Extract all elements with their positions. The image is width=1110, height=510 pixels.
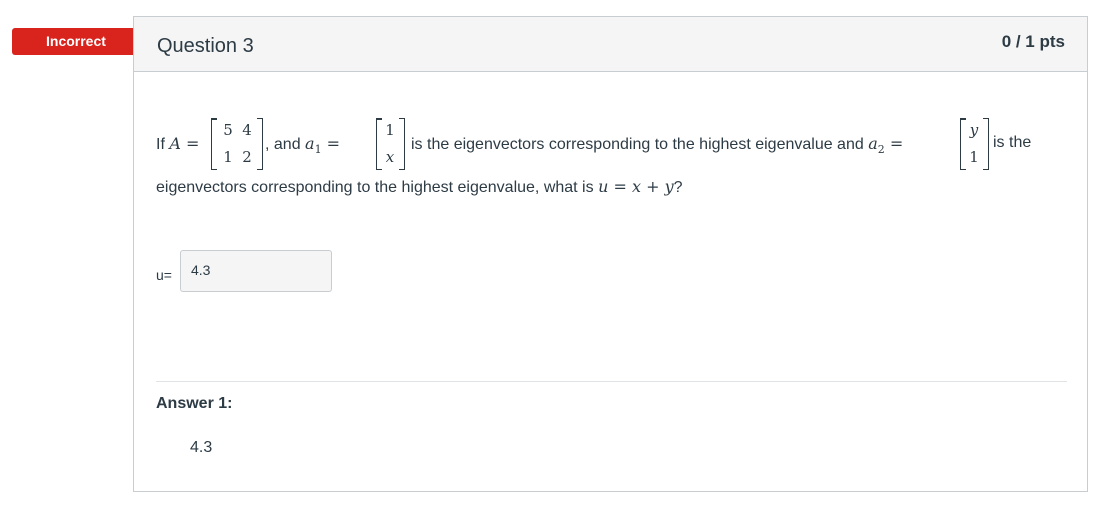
- question-text-line2: eigenvectors corresponding to the highes…: [156, 177, 683, 197]
- vector-a2-cell: 1: [969, 148, 979, 166]
- divider: [156, 381, 1067, 382]
- question-text-mid: is the eigenvectors corresponding to the…: [411, 134, 903, 156]
- question-card: Question 3 0 / 1 pts If A = 5 4 1 2 , an…: [133, 16, 1088, 492]
- incorrect-flag: Incorrect: [12, 28, 145, 55]
- math-equals: =: [321, 134, 341, 153]
- question-title: Question 3: [157, 35, 254, 57]
- matrix-A: 5 4 1 2: [211, 118, 263, 170]
- math-plus: +: [640, 177, 665, 196]
- math-a1: a: [305, 134, 315, 153]
- text-question-mark: ?: [673, 179, 683, 196]
- matrix-A-cell: 2: [242, 148, 252, 166]
- math-sub1: 1: [314, 143, 322, 157]
- matrix-A-cell: 1: [223, 148, 233, 166]
- vector-a2: y 1: [960, 118, 989, 170]
- question-header: Question 3 0 / 1 pts: [134, 17, 1087, 72]
- matrix-A-cell: 4: [242, 121, 252, 139]
- answer-value: 4.3: [190, 439, 213, 456]
- vector-a2-cell: y: [969, 121, 979, 139]
- text-if: If: [156, 136, 170, 153]
- question-text-is-the: is the: [993, 134, 1032, 151]
- math-u: u: [598, 177, 609, 196]
- math-a2: a: [868, 134, 878, 153]
- math-sub2: 2: [877, 143, 885, 157]
- math-equals: =: [884, 134, 904, 153]
- math-A: A: [169, 134, 181, 153]
- math-equals: =: [608, 177, 632, 196]
- math-y: y: [664, 177, 674, 196]
- answer-label: Answer 1:: [156, 395, 233, 412]
- matrix-A-cell: 5: [223, 121, 233, 139]
- vector-a1-cell: x: [385, 148, 395, 166]
- text-mid: is the eigenvectors corresponding to the…: [411, 136, 869, 153]
- math-x: x: [631, 177, 641, 196]
- math-equals: =: [180, 134, 200, 153]
- question-points: 0 / 1 pts: [1001, 32, 1065, 51]
- text-and: , and: [265, 136, 306, 153]
- question-text-and: , and a1 =: [265, 134, 340, 156]
- vector-a1: 1 x: [376, 118, 405, 170]
- u-input-label: u=: [156, 267, 172, 283]
- u-answer-input[interactable]: 4.3: [180, 250, 332, 292]
- u-answer-value: 4.3: [191, 262, 211, 278]
- vector-a1-cell: 1: [385, 121, 395, 139]
- text-line2: eigenvectors corresponding to the highes…: [156, 179, 599, 196]
- question-text-line1-start: If A =: [156, 134, 199, 154]
